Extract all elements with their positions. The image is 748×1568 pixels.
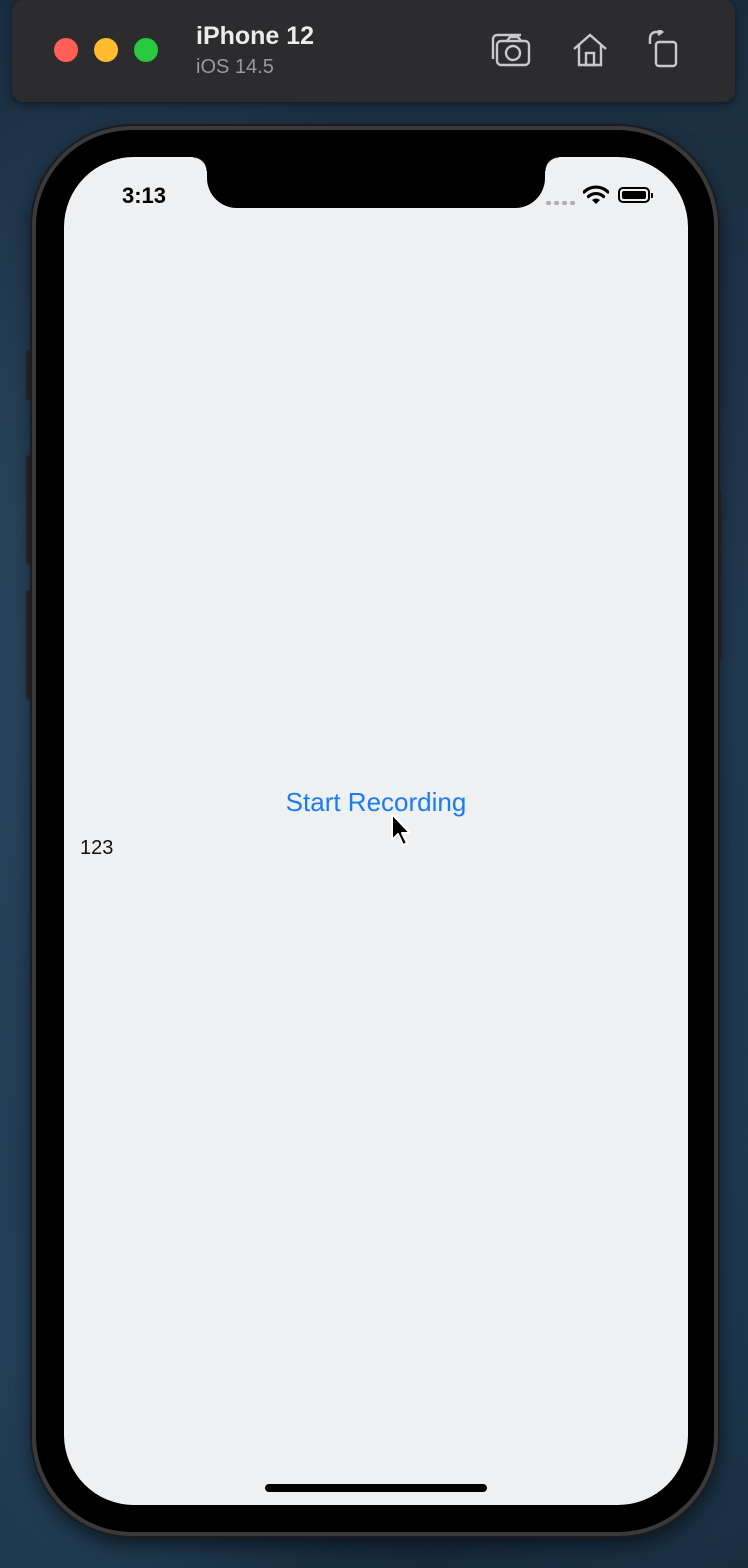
home-button[interactable] bbox=[568, 30, 612, 70]
rotate-icon bbox=[648, 30, 678, 68]
device-name: iPhone 12 bbox=[196, 22, 315, 50]
simulator-titlebar: iPhone 12 iOS 14.5 bbox=[12, 0, 735, 102]
device-screen: 3:13 Start Recording 123 bbox=[64, 157, 688, 1505]
status-time: 3:13 bbox=[122, 183, 167, 208]
notch bbox=[193, 157, 559, 208]
screenshot-button[interactable] bbox=[490, 30, 534, 70]
zoom-window-button[interactable] bbox=[134, 38, 158, 62]
wifi-icon bbox=[583, 185, 609, 204]
close-window-button[interactable] bbox=[54, 38, 78, 62]
minimize-window-button[interactable] bbox=[94, 38, 118, 62]
cellular-signal-icon bbox=[546, 201, 576, 205]
rotate-button[interactable] bbox=[642, 30, 686, 70]
start-recording-button[interactable]: Start Recording bbox=[64, 787, 688, 818]
count-label: 123 bbox=[80, 837, 114, 859]
home-indicator[interactable] bbox=[265, 1484, 487, 1492]
os-version: iOS 14.5 bbox=[196, 56, 274, 78]
home-icon bbox=[573, 33, 607, 67]
screenshot-icon bbox=[491, 33, 531, 67]
mouse-cursor-icon bbox=[391, 813, 411, 846]
battery-icon bbox=[618, 187, 653, 203]
